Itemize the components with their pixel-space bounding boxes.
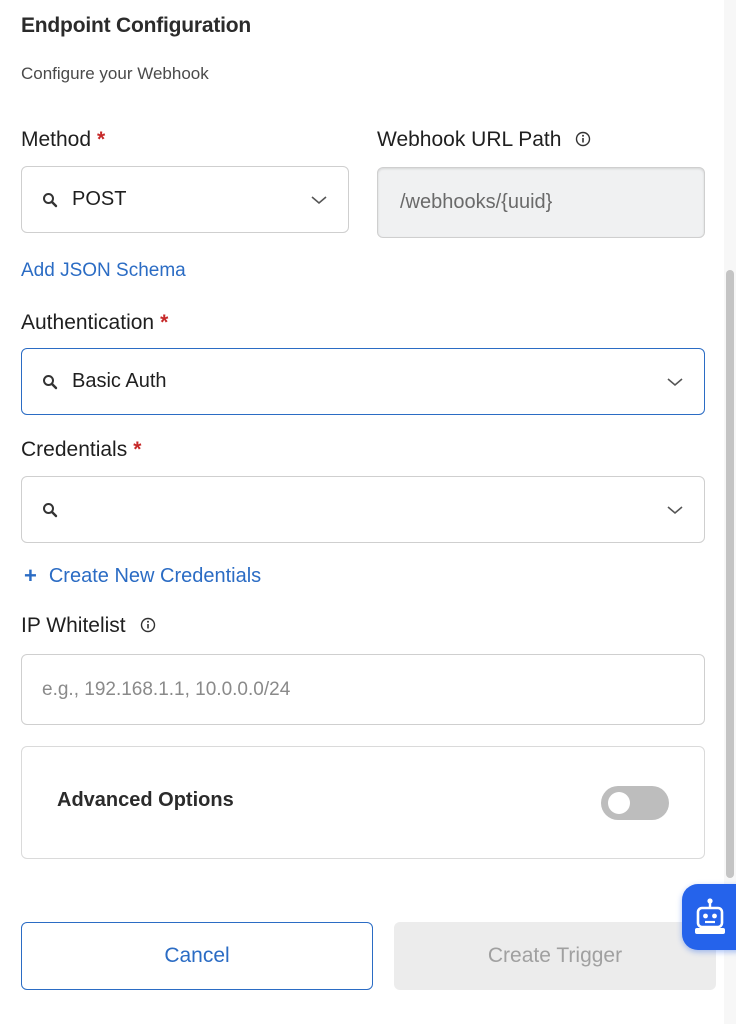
required-asterisk: * <box>97 128 106 151</box>
chevron-down-icon <box>311 195 327 204</box>
info-icon[interactable] <box>140 617 156 633</box>
advanced-options-card: Advanced Options <box>21 746 705 859</box>
section-subtitle: Configure your Webhook <box>21 64 209 83</box>
method-select[interactable]: POST <box>21 166 349 233</box>
method-label-text: Method <box>21 128 92 151</box>
create-trigger-button[interactable]: Create Trigger <box>394 922 716 990</box>
ip-whitelist-input[interactable] <box>42 678 704 701</box>
chevron-down-icon <box>667 505 683 514</box>
search-icon <box>43 502 58 517</box>
required-asterisk: * <box>133 438 142 461</box>
webhook-path-label: Webhook URL Path <box>377 128 591 152</box>
ip-whitelist-label: IP Whitelist <box>21 614 156 638</box>
required-asterisk: * <box>160 311 169 334</box>
search-icon <box>43 192 58 207</box>
credentials-label: Credentials * <box>21 438 141 462</box>
plus-icon: + <box>24 563 37 588</box>
create-credentials-text: Create New Credentials <box>48 565 262 587</box>
robot-icon <box>695 898 725 934</box>
cancel-button[interactable]: Cancel <box>21 922 373 990</box>
webhook-path-label-text: Webhook URL Path <box>377 128 562 151</box>
ip-whitelist-label-text: IP Whitelist <box>21 614 126 637</box>
authentication-label: Authentication * <box>21 311 168 335</box>
authentication-label-text: Authentication <box>21 311 155 334</box>
webhook-path-field: /webhooks/{uuid} <box>377 167 705 238</box>
authentication-select-value: Basic Auth <box>72 370 167 392</box>
method-label: Method * <box>21 128 105 152</box>
add-json-schema-link[interactable]: Add JSON Schema <box>21 260 186 282</box>
scrollbar-thumb[interactable] <box>726 270 734 878</box>
authentication-select[interactable]: Basic Auth <box>21 348 705 415</box>
ip-whitelist-field[interactable] <box>21 654 705 725</box>
webhook-path-value: /webhooks/{uuid} <box>400 191 553 213</box>
search-icon <box>43 374 58 389</box>
credentials-label-text: Credentials <box>21 438 128 461</box>
toggle-knob <box>608 792 630 814</box>
credentials-select[interactable] <box>21 476 705 543</box>
info-icon[interactable] <box>575 131 591 147</box>
assistant-button[interactable] <box>682 884 736 950</box>
advanced-options-title: Advanced Options <box>57 789 234 811</box>
chevron-down-icon <box>667 377 683 386</box>
method-select-value: POST <box>72 188 127 210</box>
section-title: Endpoint Configuration <box>21 14 252 37</box>
advanced-options-toggle[interactable] <box>601 786 669 820</box>
create-credentials-link[interactable]: + Create New Credentials <box>24 562 261 588</box>
